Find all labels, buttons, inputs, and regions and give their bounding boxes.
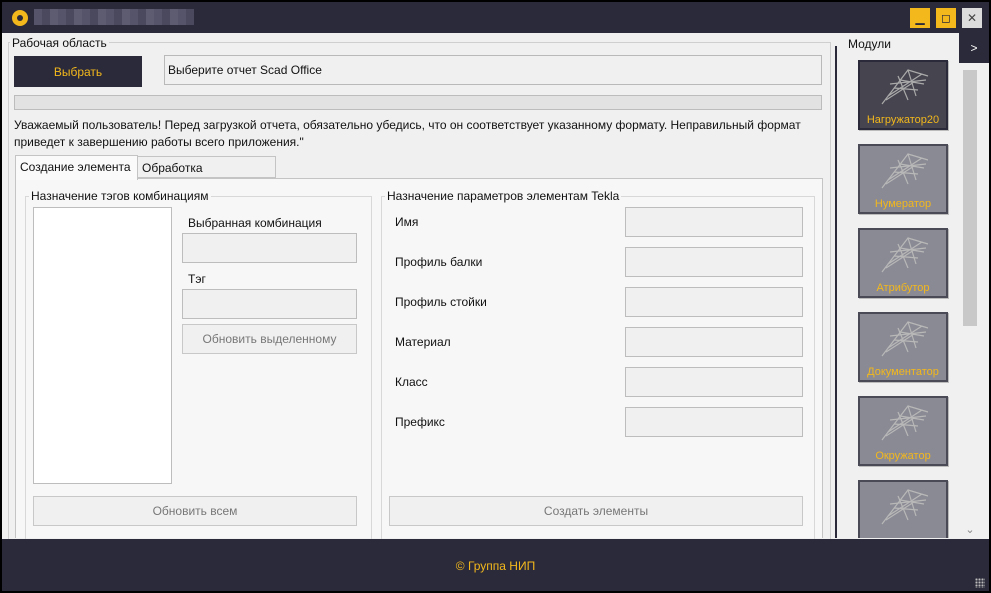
- prefix-field[interactable]: [625, 407, 803, 437]
- maximize-button[interactable]: ◻: [936, 8, 956, 28]
- beam-profile-label: Профиль балки: [395, 255, 483, 269]
- create-elements-button[interactable]: Создать элементы: [389, 496, 803, 526]
- warning-text: Уважаемый пользователь! Перед загрузкой …: [14, 118, 801, 149]
- close-button[interactable]: ✕: [962, 8, 982, 28]
- title-bar[interactable]: ▁ ◻ ✕: [2, 2, 989, 33]
- app-logo-icon: [12, 10, 28, 26]
- module-button-6[interactable]: [858, 480, 948, 538]
- name-label: Имя: [395, 215, 419, 229]
- class-field[interactable]: [625, 367, 803, 397]
- selected-combination-field[interactable]: [182, 233, 357, 263]
- module-button-atributor[interactable]: Атрибутор: [858, 228, 948, 298]
- module-button-numerator[interactable]: Нумератор: [858, 144, 948, 214]
- class-label: Класс: [395, 375, 428, 389]
- load-progress-bar: [14, 95, 822, 110]
- update-all-button[interactable]: Обновить всем: [33, 496, 357, 526]
- resize-grip-icon[interactable]: [975, 578, 985, 588]
- frame-structure-icon: [881, 153, 929, 189]
- module-label: Атрибутор: [876, 282, 930, 294]
- footer: © Группа НИП: [2, 539, 989, 591]
- modules-scrollbar[interactable]: ⌄: [960, 66, 980, 538]
- tag-label: Тэг: [188, 272, 206, 286]
- modules-label: Модули: [848, 37, 891, 51]
- frame-structure-icon: [881, 489, 929, 525]
- tab-create-element[interactable]: Создание элемента: [15, 155, 138, 180]
- copyright-text: © Группа НИП: [455, 559, 536, 573]
- tekla-params-label: Назначение параметров элементам Tekla: [385, 189, 622, 203]
- module-label: Окружатор: [875, 450, 931, 462]
- update-selected-button[interactable]: Обновить выделенному: [182, 324, 357, 354]
- window-title-redacted: [34, 9, 194, 25]
- main-window: ▁ ◻ ✕ Рабочая область Выбрать Выберите о…: [2, 2, 989, 591]
- select-report-button[interactable]: Выбрать: [14, 56, 142, 87]
- material-field[interactable]: [625, 327, 803, 357]
- scrollbar-thumb[interactable]: [963, 70, 977, 326]
- frame-structure-icon: [881, 321, 929, 357]
- workspace-label: Рабочая область: [10, 36, 109, 50]
- modules-panel: Нагружатор20 Нумератор Атрибутор Докумен…: [840, 52, 980, 538]
- tab-process-results[interactable]: Обработка результатов: [137, 156, 276, 189]
- module-label: Нагружатор20: [866, 114, 940, 126]
- tag-field[interactable]: [182, 289, 357, 319]
- module-button-dokumentator[interactable]: Документатор: [858, 312, 948, 382]
- name-field[interactable]: [625, 207, 803, 237]
- module-label: Нумератор: [874, 198, 932, 210]
- frame-structure-icon: [881, 237, 929, 273]
- material-label: Материал: [395, 335, 451, 349]
- frame-structure-icon: [881, 69, 929, 105]
- column-profile-label: Профиль стойки: [395, 295, 487, 309]
- selected-combination-label: Выбранная комбинация: [188, 216, 322, 230]
- minimize-button[interactable]: ▁: [910, 8, 930, 28]
- module-label: Документатор: [867, 366, 939, 378]
- column-profile-field[interactable]: [625, 287, 803, 317]
- module-button-nagruzhator20[interactable]: Нагружатор20: [858, 60, 948, 130]
- prefix-label: Префикс: [395, 415, 445, 429]
- frame-structure-icon: [881, 405, 929, 441]
- panel-divider: [835, 46, 837, 538]
- scroll-down-arrow-icon[interactable]: ⌄: [960, 523, 980, 536]
- combination-tags-label: Назначение тэгов комбинациям: [29, 189, 211, 203]
- report-path-field[interactable]: Выберите отчет Scad Office: [164, 55, 822, 85]
- combinations-list[interactable]: [33, 207, 172, 484]
- beam-profile-field[interactable]: [625, 247, 803, 277]
- module-button-okruzhator[interactable]: Окружатор: [858, 396, 948, 466]
